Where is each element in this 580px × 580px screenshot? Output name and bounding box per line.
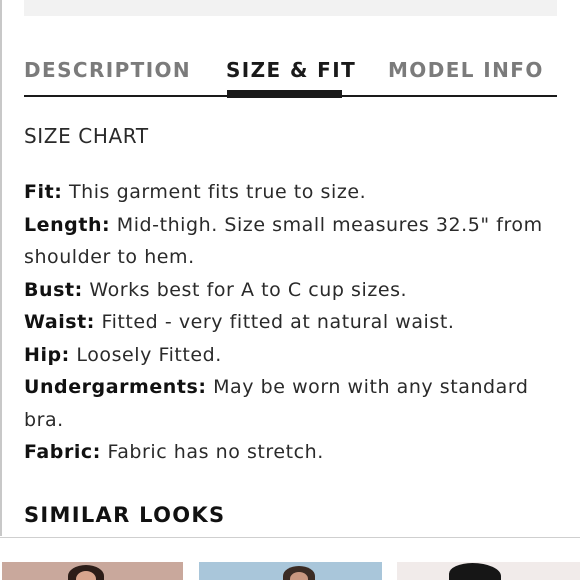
detail-label: Undergarments: [24,376,207,398]
detail-label: Fabric: [24,441,101,463]
size-fit-details: Fit: This garment fits true to size. Len… [24,176,559,469]
detail-bust: Bust: Works best for A to C cup sizes. [24,274,559,307]
detail-value: Loosely Fitted. [76,343,222,366]
product-info-tabs: DESCRIPTION SIZE & FIT MODEL INFO [24,50,557,98]
detail-hip: Hip: Loosely Fitted. [24,339,559,372]
model-hair-shape [449,563,501,580]
detail-value: This garment fits true to size. [68,181,367,203]
top-gray-bar [24,0,557,16]
detail-undergarments: Undergarments: May be worn with any stan… [24,371,559,436]
similar-look-thumbnail[interactable] [397,562,580,580]
detail-label: Waist: [24,311,95,333]
left-border [0,0,2,536]
detail-fit: Fit: This garment fits true to size. [24,176,559,209]
tab-size-and-fit[interactable]: SIZE & FIT [226,58,356,82]
detail-fabric: Fabric: Fabric has no stretch. [24,436,559,469]
size-chart-link[interactable]: SIZE CHART [24,124,149,148]
detail-label: Length: [24,213,111,236]
similar-look-thumbnail[interactable] [2,562,183,580]
detail-label: Fit: [24,181,63,203]
tab-model-info[interactable]: MODEL INFO [388,58,544,82]
similar-look-thumbnail[interactable] [199,562,382,580]
detail-value: Works best for A to C cup sizes. [89,278,408,301]
model-face-shape [76,571,96,580]
tab-description[interactable]: DESCRIPTION [24,58,191,82]
detail-waist: Waist: Fitted - very fitted at natural w… [24,306,559,339]
detail-label: Bust: [24,278,83,301]
similar-looks-heading: SIMILAR LOOKS [24,503,226,527]
section-divider [0,537,580,538]
detail-value: Fabric has no stretch. [107,441,324,463]
detail-length: Length: Mid-thigh. Size small measures 3… [24,209,559,274]
model-face-shape [290,572,308,580]
detail-value: Fitted - very fitted at natural waist. [101,311,455,333]
detail-label: Hip: [24,343,70,366]
active-tab-indicator [227,90,342,98]
